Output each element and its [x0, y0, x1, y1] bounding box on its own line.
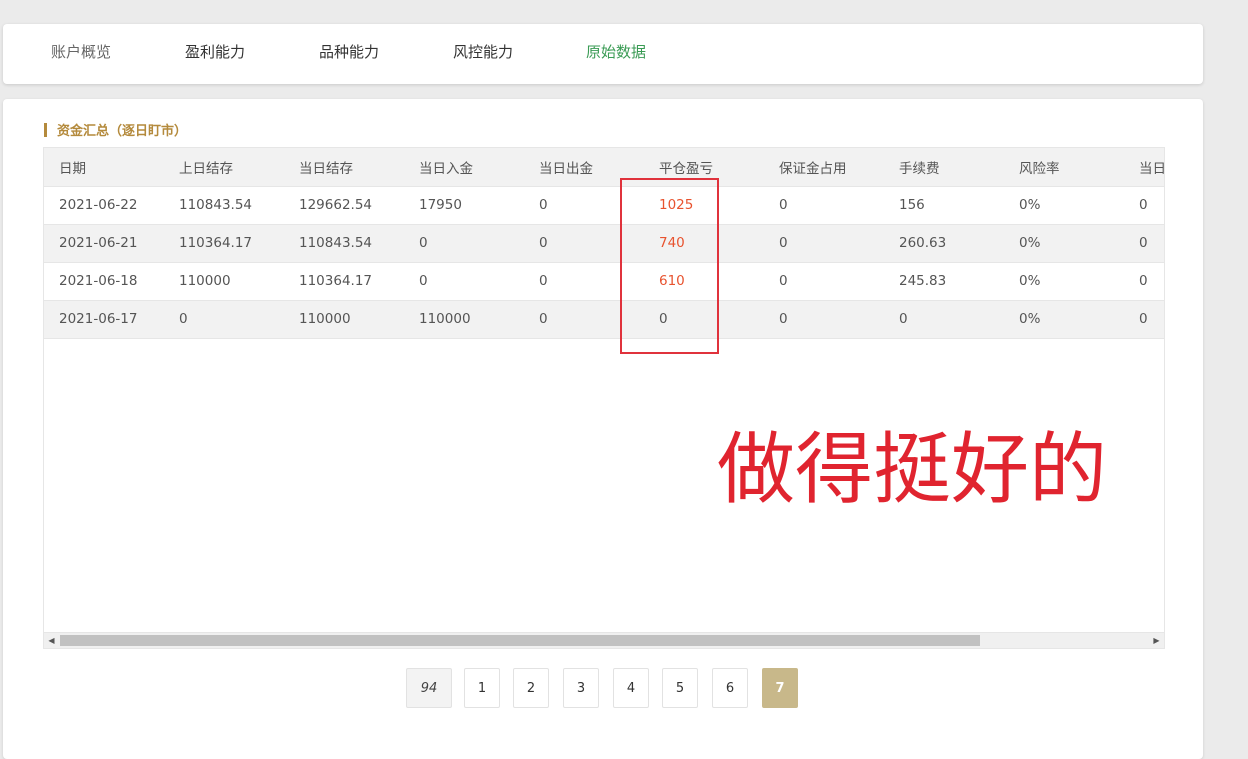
cell-deposit: 0 [404, 224, 524, 263]
tab-risk-control[interactable]: 风控能力 [453, 24, 513, 84]
cell-curr-balance: 129662.54 [284, 186, 404, 225]
cell-fee: 156 [884, 186, 1004, 225]
highlight-box-close-pnl [620, 178, 719, 354]
cell-fee: 245.83 [884, 262, 1004, 301]
tab-account-overview[interactable]: 账户概览 [51, 24, 111, 84]
cell-prev-balance: 110000 [164, 262, 284, 301]
tab-product-ability[interactable]: 品种能力 [319, 24, 379, 84]
main-panel: 资金汇总（逐日盯市） 日期 上日结存 当日结存 当日入金 当日出金 平仓盈亏 保… [3, 99, 1203, 759]
table-row: 2021-06-18 110000 110364.17 0 0 610 0 24… [44, 262, 1164, 301]
section-title-marker [44, 123, 47, 137]
scroll-left-arrow-icon[interactable]: ◀ [44, 633, 59, 648]
page-size-selector[interactable]: 94 [406, 668, 452, 708]
cell-curr-balance: 110843.54 [284, 224, 404, 263]
top-nav-bar: 账户概览 盈利能力 品种能力 风控能力 原始数据 [3, 24, 1203, 84]
cell-curr-balance: 110364.17 [284, 262, 404, 301]
page-button-current[interactable]: 7 [762, 668, 798, 708]
cell-risk-rate: 0% [1004, 224, 1124, 263]
scrollbar-thumb[interactable] [60, 635, 980, 646]
cell-risk-rate: 0% [1004, 186, 1124, 225]
header-deposit[interactable]: 当日入金 [404, 148, 524, 187]
page-button-3[interactable]: 3 [563, 668, 599, 708]
cell-date: 2021-06-21 [44, 224, 164, 263]
cell-fee: 0 [884, 300, 1004, 339]
cell-margin: 0 [764, 186, 884, 225]
cell-date: 2021-06-17 [44, 300, 164, 339]
funds-summary-table: 日期 上日结存 当日结存 当日入金 当日出金 平仓盈亏 保证金占用 手续费 风险… [43, 147, 1165, 649]
section-title: 资金汇总（逐日盯市） [44, 123, 187, 139]
cell-prev-balance: 110364.17 [164, 224, 284, 263]
header-date[interactable]: 日期 [44, 148, 164, 187]
cell-today-more: 0 [1124, 224, 1164, 263]
header-curr-balance[interactable]: 当日结存 [284, 148, 404, 187]
page-button-6[interactable]: 6 [712, 668, 748, 708]
pagination: 94 1 2 3 4 5 6 7 [3, 668, 1203, 710]
section-title-text: 资金汇总（逐日盯市） [57, 124, 188, 139]
cell-deposit: 17950 [404, 186, 524, 225]
cell-date: 2021-06-18 [44, 262, 164, 301]
cell-risk-rate: 0% [1004, 262, 1124, 301]
funds-table: 日期 上日结存 当日结存 当日入金 当日出金 平仓盈亏 保证金占用 手续费 风险… [44, 148, 1164, 339]
header-margin[interactable]: 保证金占用 [764, 148, 884, 187]
tab-profitability[interactable]: 盈利能力 [185, 24, 245, 84]
cell-fee: 260.63 [884, 224, 1004, 263]
cell-margin: 0 [764, 262, 884, 301]
scroll-right-arrow-icon[interactable]: ▶ [1149, 633, 1164, 648]
page-button-2[interactable]: 2 [513, 668, 549, 708]
table-header-row: 日期 上日结存 当日结存 当日入金 当日出金 平仓盈亏 保证金占用 手续费 风险… [44, 148, 1164, 187]
cell-today-more: 0 [1124, 262, 1164, 301]
cell-curr-balance: 110000 [284, 300, 404, 339]
cell-prev-balance: 0 [164, 300, 284, 339]
page-button-1[interactable]: 1 [464, 668, 500, 708]
cell-margin: 0 [764, 224, 884, 263]
cell-risk-rate: 0% [1004, 300, 1124, 339]
header-prev-balance[interactable]: 上日结存 [164, 148, 284, 187]
table-row: 2021-06-21 110364.17 110843.54 0 0 740 0… [44, 224, 1164, 263]
cell-margin: 0 [764, 300, 884, 339]
cell-deposit: 0 [404, 262, 524, 301]
table-row: 2021-06-22 110843.54 129662.54 17950 0 1… [44, 186, 1164, 225]
tab-raw-data[interactable]: 原始数据 [586, 24, 646, 84]
page-button-4[interactable]: 4 [613, 668, 649, 708]
cell-today-more: 0 [1124, 186, 1164, 225]
horizontal-scrollbar[interactable]: ◀ ▶ [44, 632, 1164, 648]
page-button-5[interactable]: 5 [662, 668, 698, 708]
annotation-text: 做得挺好的 [717, 425, 1108, 515]
header-fee[interactable]: 手续费 [884, 148, 1004, 187]
cell-prev-balance: 110843.54 [164, 186, 284, 225]
header-today-more[interactable]: 当日 [1124, 148, 1164, 187]
header-risk-rate[interactable]: 风险率 [1004, 148, 1124, 187]
cell-deposit: 110000 [404, 300, 524, 339]
cell-today-more: 0 [1124, 300, 1164, 339]
table-row: 2021-06-17 0 110000 110000 0 0 0 0 0% 0 [44, 300, 1164, 339]
cell-date: 2021-06-22 [44, 186, 164, 225]
